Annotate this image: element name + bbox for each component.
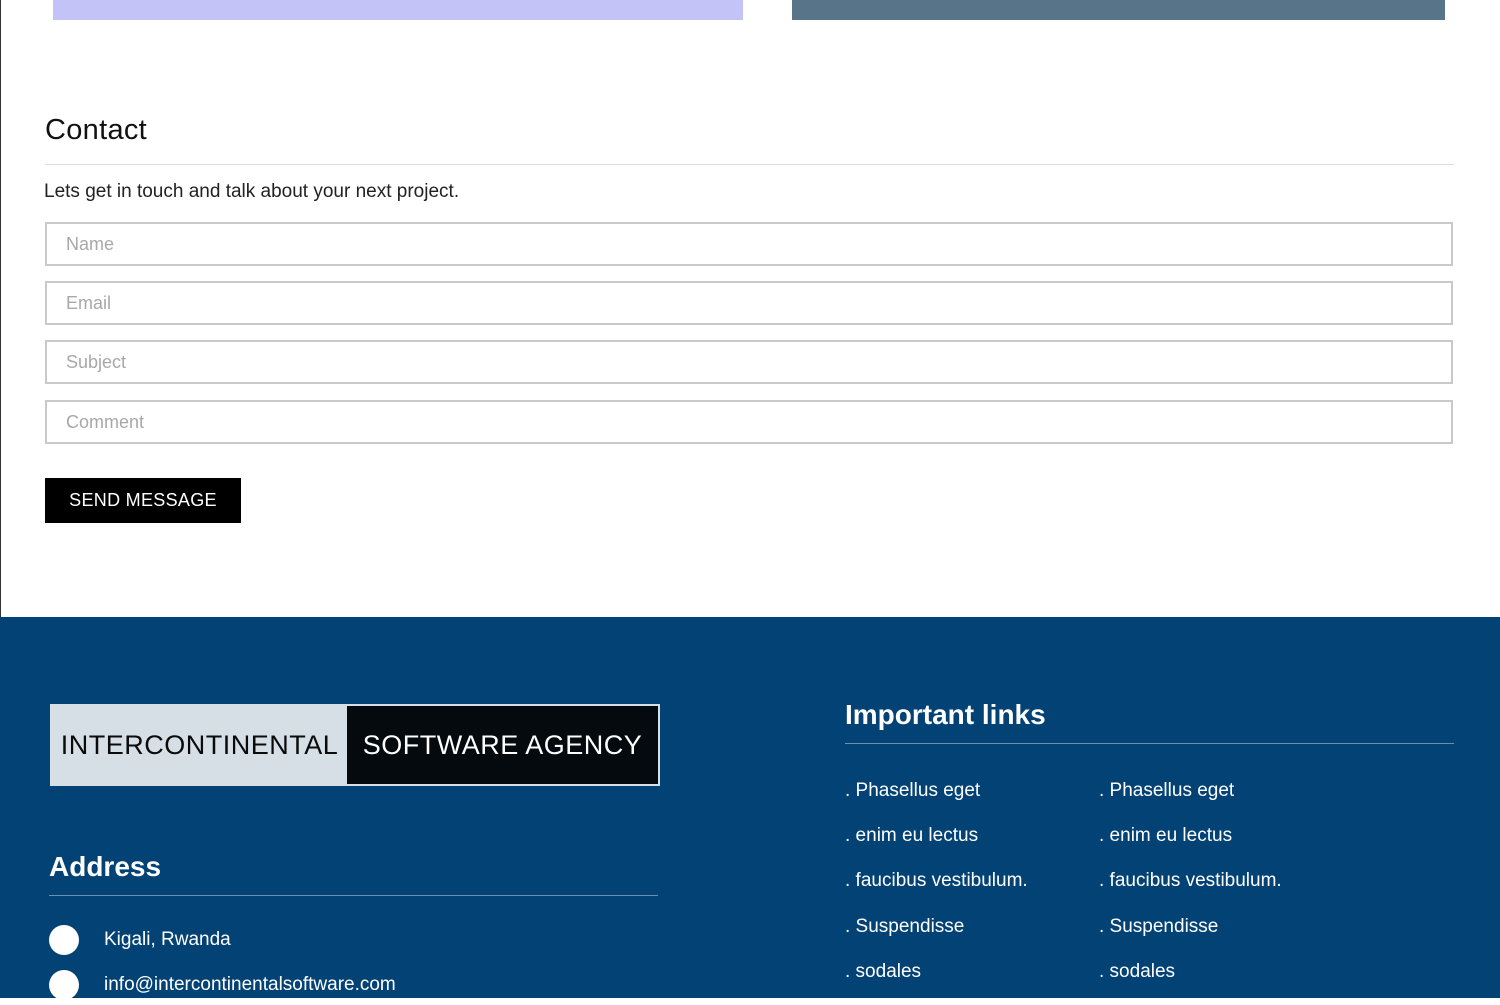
comment-input[interactable] xyxy=(45,400,1453,444)
footer-link[interactable]: . faucibus vestibulum. xyxy=(845,869,1028,914)
links-column-1: . Phasellus eget . enim eu lectus . fauc… xyxy=(845,779,1028,1005)
address-divider xyxy=(49,895,658,896)
footer-link[interactable]: . Suspendisse xyxy=(1099,915,1282,960)
contact-divider xyxy=(45,164,1454,165)
logo-left-text: INTERCONTINENTAL xyxy=(52,706,347,784)
site-footer: INTERCONTINENTAL SOFTWARE AGENCY Address… xyxy=(0,617,1500,1000)
footer-link[interactable]: . sodales xyxy=(1099,960,1282,1005)
agency-logo[interactable]: INTERCONTINENTAL SOFTWARE AGENCY xyxy=(50,704,660,786)
email-input[interactable] xyxy=(45,281,1453,325)
important-links-divider xyxy=(845,743,1454,744)
address-email[interactable]: info@intercontinentalsoftware.com xyxy=(104,974,396,996)
address-title: Address xyxy=(49,851,162,882)
logo-right-text: SOFTWARE AGENCY xyxy=(347,706,658,784)
important-links-title: Important links xyxy=(845,699,1046,730)
footer-link[interactable]: . enim eu lectus xyxy=(845,824,1028,869)
location-icon xyxy=(49,925,79,955)
footer-link[interactable]: . Phasellus eget xyxy=(845,779,1028,824)
portfolio-card-slate[interactable] xyxy=(792,0,1445,20)
portfolio-card-lavender[interactable] xyxy=(53,0,743,20)
name-input[interactable] xyxy=(45,222,1453,266)
contact-title: Contact xyxy=(45,114,148,146)
footer-link[interactable]: . enim eu lectus xyxy=(1099,824,1282,869)
page-left-border xyxy=(0,0,1,617)
email-icon xyxy=(49,970,79,1000)
footer-link[interactable]: . faucibus vestibulum. xyxy=(1099,869,1282,914)
contact-subtitle: Lets get in touch and talk about your ne… xyxy=(44,181,460,202)
send-message-button[interactable]: SEND MESSAGE xyxy=(45,478,241,523)
footer-link[interactable]: . Phasellus eget xyxy=(1099,779,1282,824)
address-email-row[interactable]: info@intercontinentalsoftware.com xyxy=(49,970,396,1000)
subject-input[interactable] xyxy=(45,340,1453,384)
links-column-2: . Phasellus eget . enim eu lectus . fauc… xyxy=(1099,779,1282,1005)
address-location-row: Kigali, Rwanda xyxy=(49,925,231,955)
footer-link[interactable]: . Suspendisse xyxy=(845,915,1028,960)
address-location: Kigali, Rwanda xyxy=(104,929,231,950)
footer-link[interactable]: . sodales xyxy=(845,960,1028,1005)
